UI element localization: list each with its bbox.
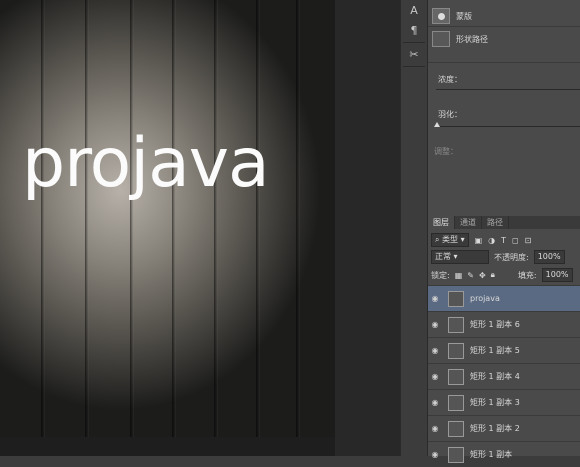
layers-panel: 图层 通道 路径 ⌕ 类型 ▾ ▣ ◑ T ◻ ⊡ 正常 ▾ 不透明度: 100… [427, 216, 580, 463]
layer-name: 矩形 1 副本 [470, 450, 513, 459]
adjust-label: 调整： [434, 147, 458, 156]
layer-thumbnail [448, 290, 464, 307]
lock-row: 锁定: ▦ ✎ ✥ 🔒︎ 填充: 100% [431, 268, 573, 282]
mask-row[interactable]: 蒙版 [432, 8, 472, 24]
blend-row: 正常 ▾ 不透明度: 100% [431, 250, 565, 264]
pixel-filter-icon[interactable]: ▣ [475, 236, 483, 245]
layer-name: 矩形 1 副本 3 [470, 398, 520, 407]
stripe-shadow [172, 0, 176, 437]
visibility-eye-icon[interactable]: ◉ [428, 346, 442, 355]
layer-thumbnail [448, 368, 464, 385]
shape-filter-icon[interactable]: ◻ [512, 236, 519, 245]
density-label: 浓度： [438, 75, 462, 84]
paragraph-icon[interactable]: ¶ [401, 24, 427, 37]
stripe-shadow [41, 0, 45, 437]
layer-row[interactable]: ◉ 矩形 1 副本 2 [428, 415, 580, 441]
layer-thumbnail [448, 316, 464, 333]
layer-name: 矩形 1 副本 5 [470, 346, 520, 355]
blend-mode-value: 正常 [435, 252, 451, 261]
blend-mode-select[interactable]: 正常 ▾ [431, 250, 489, 264]
layer-thumbnail [448, 446, 464, 463]
visibility-eye-icon[interactable]: ◉ [428, 450, 442, 459]
stripe-shadow [256, 0, 260, 437]
feather-slider-knob[interactable] [434, 122, 440, 127]
mask-label: 蒙版 [456, 11, 472, 21]
opacity-input[interactable]: 100% [533, 250, 565, 264]
visibility-eye-icon[interactable]: ◉ [428, 320, 442, 329]
document-canvas[interactable]: projava [0, 0, 335, 437]
tools-icon[interactable]: ✂ [401, 48, 427, 61]
smart-object-filter-icon[interactable]: ⊡ [525, 236, 532, 245]
lock-all-icon[interactable]: 🔒︎ [491, 270, 495, 280]
canvas-text: projava [22, 124, 270, 203]
canvas-area[interactable]: projava [0, 0, 400, 456]
layer-row[interactable]: ◉ 矩形 1 副本 5 [428, 337, 580, 363]
lock-brush-icon[interactable]: ✎ [467, 271, 474, 280]
stripe-shadow [296, 0, 300, 437]
adjustment-filter-icon[interactable]: ◑ [488, 236, 495, 245]
layer-thumbnail [448, 342, 464, 359]
layer-thumbnail [448, 394, 464, 411]
fill-label: 填充: [517, 270, 537, 280]
visibility-eye-icon[interactable]: ◉ [428, 398, 442, 407]
fill-input[interactable]: 100% [541, 268, 573, 282]
filter-select[interactable]: ⌕ 类型 ▾ [431, 233, 469, 247]
collapsed-panel-strip: A ¶ ✂ [400, 0, 427, 456]
visibility-eye-icon[interactable]: ◉ [428, 294, 442, 303]
filter-select-value: 类型 [442, 235, 459, 244]
tab-paths[interactable]: 路径 [482, 216, 509, 229]
feather-label: 羽化： [438, 110, 462, 119]
type-filter-icon[interactable]: T [501, 236, 506, 245]
layers-panel-tabs: 图层 通道 路径 [428, 216, 580, 229]
filter-row: ⌕ 类型 ▾ ▣ ◑ T ◻ ⊡ [431, 233, 531, 247]
lock-move-icon[interactable]: ✥ [479, 271, 486, 280]
layer-thumbnail [448, 420, 464, 437]
density-slider-track[interactable] [436, 89, 580, 90]
shape-path-thumbnail [432, 31, 450, 47]
layer-name: 矩形 1 副本 2 [470, 424, 520, 433]
layer-row[interactable]: ◉ projava [428, 285, 580, 311]
tab-layers[interactable]: 图层 [428, 216, 455, 229]
layer-row[interactable]: ◉ 矩形 1 副本 6 [428, 311, 580, 337]
stripe-shadow [214, 0, 218, 437]
opacity-label: 不透明度: [494, 252, 529, 262]
visibility-eye-icon[interactable]: ◉ [428, 372, 442, 381]
layer-row[interactable]: ◉ 矩形 1 副本 [428, 441, 580, 467]
feather-slider-track[interactable] [436, 126, 580, 127]
shape-path-row[interactable]: 形状路径 [432, 31, 488, 47]
visibility-eye-icon[interactable]: ◉ [428, 424, 442, 433]
layer-name: projava [470, 294, 500, 303]
layer-name: 矩形 1 副本 6 [470, 320, 520, 329]
text-tool-icon[interactable]: A [401, 4, 427, 17]
mask-thumbnail [432, 8, 450, 24]
stripe-shadow [130, 0, 134, 437]
shape-path-label: 形状路径 [456, 34, 488, 44]
tab-channels[interactable]: 通道 [455, 216, 482, 229]
stripe-shadow [85, 0, 89, 437]
layer-row[interactable]: ◉ 矩形 1 副本 4 [428, 363, 580, 389]
properties-panel: 蒙版 形状路径 浓度： 羽化： 调整： [427, 0, 580, 216]
lock-label: 锁定: [431, 270, 450, 280]
canvas-pasteboard [0, 437, 335, 456]
layer-row[interactable]: ◉ 矩形 1 副本 3 [428, 389, 580, 415]
layer-name: 矩形 1 副本 4 [470, 372, 520, 381]
lock-transparent-icon[interactable]: ▦ [455, 271, 463, 280]
